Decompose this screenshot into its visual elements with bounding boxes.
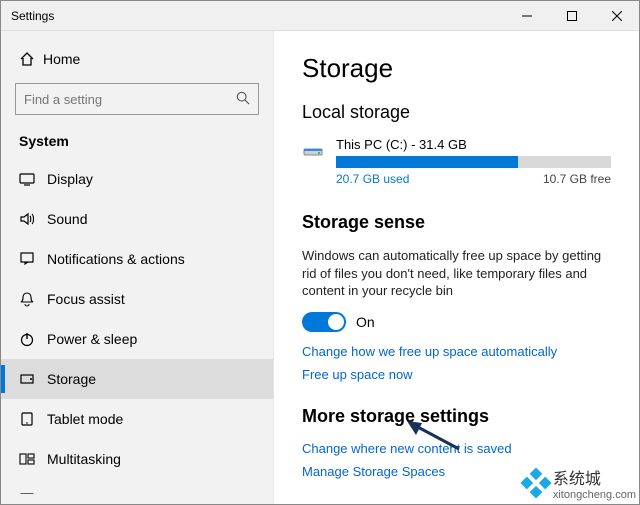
sidebar-item-tablet-mode[interactable]: Tablet mode bbox=[1, 399, 273, 439]
projecting-icon bbox=[19, 491, 47, 494]
drive-name: This PC (C:) - 31.4 GB bbox=[336, 137, 611, 152]
group-label: System bbox=[1, 127, 273, 159]
sidebar-item-label: Notifications & actions bbox=[47, 251, 185, 267]
settings-window: Settings Home System bbox=[0, 0, 640, 505]
home-label: Home bbox=[43, 51, 80, 67]
sidebar-item-storage[interactable]: Storage bbox=[1, 359, 273, 399]
home-button[interactable]: Home bbox=[1, 41, 273, 77]
focus-assist-icon bbox=[19, 291, 47, 307]
storage-icon bbox=[19, 371, 47, 387]
drive-icon bbox=[302, 137, 328, 164]
sidebar-item-label: Multitasking bbox=[47, 451, 121, 467]
nav-list: Display Sound Notifications & actions Fo… bbox=[1, 159, 273, 494]
sidebar-item-projecting[interactable]: Projecting to this PC bbox=[1, 479, 273, 494]
drive-row[interactable]: This PC (C:) - 31.4 GB 20.7 GB used 10.7… bbox=[302, 137, 611, 186]
sidebar-item-label: Storage bbox=[47, 371, 96, 387]
page-title: Storage bbox=[302, 53, 611, 84]
search-input[interactable] bbox=[24, 92, 236, 107]
sidebar-item-label: Sound bbox=[47, 211, 87, 227]
toggle-knob bbox=[328, 314, 344, 330]
sidebar-item-label: Tablet mode bbox=[47, 411, 123, 427]
window-title: Settings bbox=[1, 9, 504, 23]
sidebar-item-label: Display bbox=[47, 171, 93, 187]
sidebar-item-notifications[interactable]: Notifications & actions bbox=[1, 239, 273, 279]
maximize-button[interactable] bbox=[549, 1, 594, 31]
sound-icon bbox=[19, 211, 47, 227]
link-manage-storage-spaces[interactable]: Manage Storage Spaces bbox=[302, 464, 611, 479]
close-button[interactable] bbox=[594, 1, 639, 31]
storage-sense-heading: Storage sense bbox=[302, 212, 611, 233]
usage-bar bbox=[336, 156, 611, 168]
sidebar-item-display[interactable]: Display bbox=[1, 159, 273, 199]
sidebar-item-label: Projecting to this PC bbox=[47, 491, 174, 494]
annotation-arrow-icon bbox=[404, 419, 464, 455]
sidebar-item-focus-assist[interactable]: Focus assist bbox=[1, 279, 273, 319]
titlebar: Settings bbox=[1, 1, 639, 31]
notifications-icon bbox=[19, 251, 47, 267]
tablet-icon bbox=[19, 411, 47, 427]
free-label: 10.7 GB free bbox=[543, 172, 611, 186]
sidebar-item-sound[interactable]: Sound bbox=[1, 199, 273, 239]
search-icon bbox=[236, 91, 250, 108]
drive-body: This PC (C:) - 31.4 GB 20.7 GB used 10.7… bbox=[336, 137, 611, 186]
sidebar-item-power-sleep[interactable]: Power & sleep bbox=[1, 319, 273, 359]
usage-bar-fill bbox=[336, 156, 518, 168]
local-storage-heading: Local storage bbox=[302, 102, 611, 123]
link-change-free-up[interactable]: Change how we free up space automaticall… bbox=[302, 344, 611, 359]
body: Home System Display Sound bbox=[1, 31, 639, 504]
multitasking-icon bbox=[19, 451, 47, 467]
display-icon bbox=[19, 171, 47, 187]
usage-labels: 20.7 GB used 10.7 GB free bbox=[336, 172, 611, 186]
used-label: 20.7 GB used bbox=[336, 172, 409, 186]
sidebar-item-multitasking[interactable]: Multitasking bbox=[1, 439, 273, 479]
toggle-state-label: On bbox=[356, 314, 375, 330]
storage-sense-description: Windows can automatically free up space … bbox=[302, 247, 611, 300]
search-box[interactable] bbox=[15, 83, 259, 115]
home-icon bbox=[19, 51, 43, 67]
power-icon bbox=[19, 331, 47, 347]
storage-sense-toggle[interactable]: On bbox=[302, 312, 611, 332]
sidebar-item-label: Power & sleep bbox=[47, 331, 137, 347]
sidebar: Home System Display Sound bbox=[1, 31, 274, 504]
main-content[interactable]: Storage Local storage This PC (C:) - 31.… bbox=[274, 31, 639, 504]
link-free-up-now[interactable]: Free up space now bbox=[302, 367, 611, 382]
minimize-button[interactable] bbox=[504, 1, 549, 31]
sidebar-item-label: Focus assist bbox=[47, 291, 125, 307]
toggle-switch[interactable] bbox=[302, 312, 346, 332]
